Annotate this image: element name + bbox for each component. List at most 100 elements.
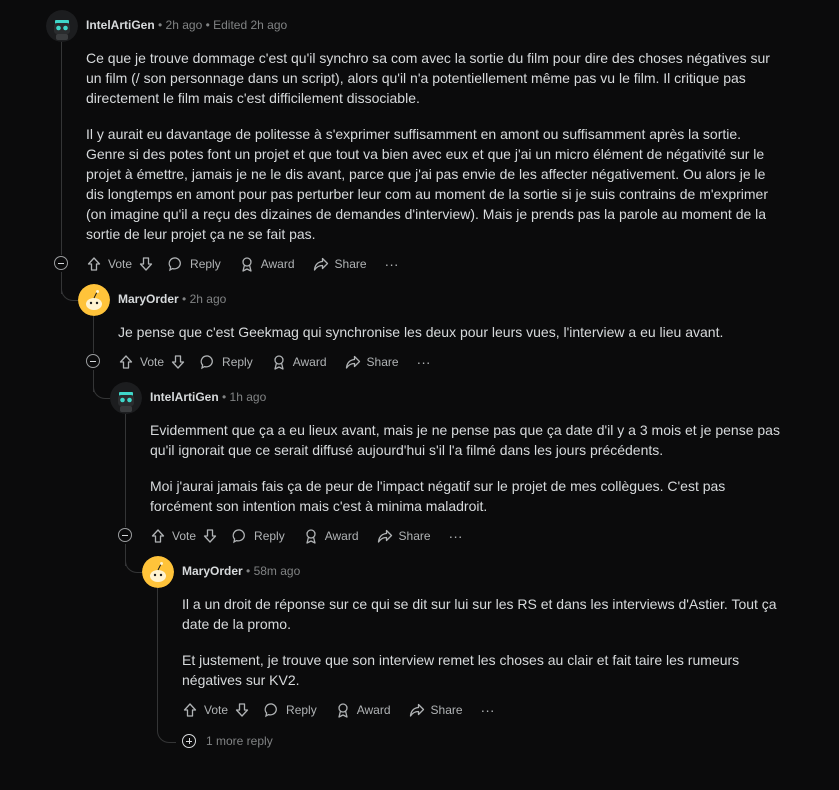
vote-label: Vote xyxy=(204,703,229,717)
thread-branch-more xyxy=(157,726,176,743)
award-button[interactable]: Award xyxy=(303,528,359,544)
author-name[interactable]: MaryOrder xyxy=(182,564,243,578)
more-options-button[interactable]: ··· xyxy=(449,528,463,544)
comment-paragraph: Je pense que c'est Geekmag qui synchroni… xyxy=(118,324,724,340)
author-name[interactable]: MaryOrder xyxy=(118,292,179,306)
collapse-thread-button[interactable] xyxy=(54,256,68,270)
collapse-thread-button[interactable] xyxy=(118,528,132,542)
comment-paragraph: Il y aurait eu davantage de politesse à … xyxy=(86,126,768,242)
vote-label: Vote xyxy=(108,257,133,271)
share-icon xyxy=(313,257,328,271)
more-options-button[interactable]: ··· xyxy=(417,354,431,370)
more-options-button[interactable]: ··· xyxy=(481,702,495,718)
thread-line-3[interactable] xyxy=(125,414,126,527)
downvote-icon[interactable] xyxy=(234,702,250,718)
award-label: Award xyxy=(292,355,327,369)
share-button[interactable]: Share xyxy=(409,702,463,718)
award-label: Award xyxy=(324,529,359,543)
more-replies-button[interactable]: 1 more reply xyxy=(182,734,273,748)
more-options-icon: ··· xyxy=(416,354,431,370)
comment-bubble-icon xyxy=(168,257,181,272)
share-label: Share xyxy=(366,355,399,369)
vote-label: Vote xyxy=(172,529,197,543)
reply-label: Reply xyxy=(222,355,253,369)
vote-label: Vote xyxy=(140,355,165,369)
avatar-maryorder[interactable] xyxy=(142,556,174,588)
award-label: Award xyxy=(356,703,391,717)
comment-meta: • 1h ago xyxy=(222,390,267,404)
reply-label: Reply xyxy=(254,529,285,543)
comment-body: Evidemment que ça a eu lieux avant, mais… xyxy=(150,420,780,532)
comment-meta: • 58m ago xyxy=(246,564,301,578)
comment-bubble-icon xyxy=(232,529,245,544)
share-icon xyxy=(377,529,392,543)
reply-button[interactable]: Reply xyxy=(200,354,253,370)
comment-bubble-icon xyxy=(264,703,277,718)
comment-actions: Vote Reply Award Share ··· xyxy=(118,350,449,374)
avatar-intelartigen[interactable] xyxy=(110,382,142,414)
comment-actions: Vote Reply Award Share ··· xyxy=(182,698,513,722)
more-options-icon: ··· xyxy=(448,528,463,544)
expand-plus-icon xyxy=(182,734,196,748)
comment-body: Il a un droit de réponse sur ce qui se d… xyxy=(182,594,782,706)
collapse-thread-button[interactable] xyxy=(86,354,100,368)
comment-paragraph: Moi j'aurai jamais fais ça de peur de l'… xyxy=(150,478,726,514)
author-name[interactable]: IntelArtiGen xyxy=(150,390,219,404)
upvote-icon[interactable] xyxy=(118,354,134,370)
downvote-icon[interactable] xyxy=(138,256,154,272)
share-label: Share xyxy=(430,703,463,717)
share-label: Share xyxy=(334,257,367,271)
award-button[interactable]: Award xyxy=(335,702,391,718)
award-button[interactable]: Award xyxy=(239,256,295,272)
comment-header: MaryOrder • 2h ago xyxy=(118,292,226,306)
award-button[interactable]: Award xyxy=(271,354,327,370)
share-button[interactable]: Share xyxy=(313,256,367,272)
award-icon xyxy=(338,703,348,718)
comment-bubble-icon xyxy=(200,355,213,370)
award-label: Award xyxy=(260,257,295,271)
thread-line-1[interactable] xyxy=(61,42,62,255)
reply-button[interactable]: Reply xyxy=(168,256,221,272)
thread-branch-2 xyxy=(61,286,78,301)
thread-branch-3 xyxy=(93,384,110,399)
comment-paragraph: Et justement, je trouve que son intervie… xyxy=(182,652,740,688)
reply-button[interactable]: Reply xyxy=(264,702,317,718)
author-name[interactable]: IntelArtiGen xyxy=(86,18,155,32)
reply-label: Reply xyxy=(190,257,221,271)
comment-actions: Vote Reply Award Share ··· xyxy=(150,524,481,548)
reply-button[interactable]: Reply xyxy=(232,528,285,544)
share-button[interactable]: Share xyxy=(345,354,399,370)
thread-branch-4 xyxy=(125,558,142,573)
upvote-icon[interactable] xyxy=(182,702,198,718)
vote-group: Vote xyxy=(150,528,218,544)
comment-body: Ce que je trouve dommage c'est qu'il syn… xyxy=(86,48,776,260)
comment-meta: • 2h ago • Edited 2h ago xyxy=(158,18,288,32)
award-icon xyxy=(242,257,252,272)
avatar-maryorder[interactable] xyxy=(78,284,110,316)
upvote-icon[interactable] xyxy=(86,256,102,272)
more-options-icon: ··· xyxy=(480,702,495,718)
comment-paragraph: Ce que je trouve dommage c'est qu'il syn… xyxy=(86,50,770,106)
downvote-icon[interactable] xyxy=(202,528,218,544)
share-icon xyxy=(409,703,424,717)
award-icon xyxy=(274,355,284,370)
downvote-icon[interactable] xyxy=(170,354,186,370)
comment-header: MaryOrder • 58m ago xyxy=(182,564,300,578)
vote-group: Vote xyxy=(182,702,250,718)
comment-actions: Vote Reply Award Share ··· xyxy=(86,252,417,276)
share-label: Share xyxy=(398,529,431,543)
thread-line-2[interactable] xyxy=(93,316,94,353)
thread-line-4[interactable] xyxy=(157,588,158,728)
reply-label: Reply xyxy=(286,703,317,717)
vote-group: Vote xyxy=(86,256,154,272)
comment-header: IntelArtiGen • 2h ago • Edited 2h ago xyxy=(86,18,287,32)
more-options-button[interactable]: ··· xyxy=(385,256,399,272)
more-options-icon: ··· xyxy=(384,256,399,272)
avatar-intelartigen[interactable] xyxy=(46,10,78,42)
comment-header: IntelArtiGen • 1h ago xyxy=(150,390,266,404)
share-button[interactable]: Share xyxy=(377,528,431,544)
vote-group: Vote xyxy=(118,354,186,370)
more-replies-label: 1 more reply xyxy=(206,734,273,748)
upvote-icon[interactable] xyxy=(150,528,166,544)
comment-meta: • 2h ago xyxy=(182,292,227,306)
